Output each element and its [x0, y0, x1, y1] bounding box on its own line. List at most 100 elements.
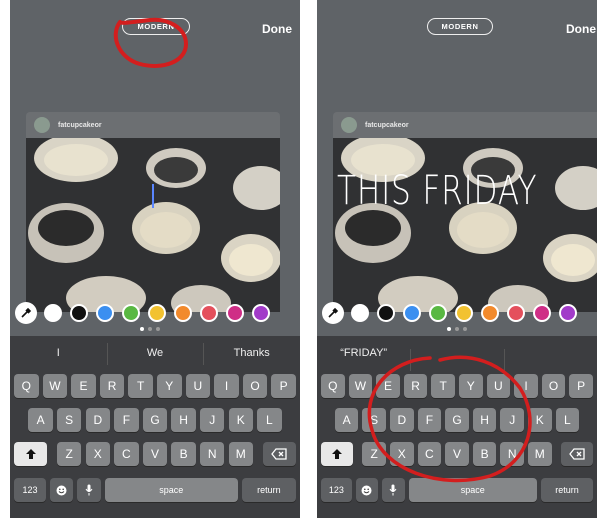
- key-v[interactable]: V: [142, 442, 168, 466]
- space-key[interactable]: space: [408, 478, 538, 502]
- eyedropper-icon[interactable]: [322, 302, 344, 324]
- key-row: ASDFGHJKL: [10, 408, 300, 432]
- color-swatch-6[interactable]: [174, 304, 192, 322]
- key-z[interactable]: Z: [56, 442, 82, 466]
- key-j[interactable]: J: [500, 408, 524, 432]
- key-r[interactable]: R: [403, 374, 428, 398]
- suggestion-bar: I We Thanks: [10, 336, 300, 370]
- key-b[interactable]: B: [171, 442, 196, 466]
- key-k[interactable]: K: [528, 408, 552, 432]
- overlay-text[interactable]: THIS FRIDAY: [337, 168, 537, 214]
- color-swatch-5[interactable]: [455, 304, 473, 322]
- key-d[interactable]: D: [390, 408, 414, 432]
- key-k[interactable]: K: [228, 408, 254, 432]
- return-key[interactable]: return: [241, 478, 296, 502]
- key-p[interactable]: P: [569, 374, 593, 398]
- color-swatch-8[interactable]: [226, 304, 244, 322]
- key-a[interactable]: A: [334, 408, 359, 432]
- return-key[interactable]: return: [541, 478, 593, 502]
- color-swatch-8[interactable]: [533, 304, 551, 322]
- key-m[interactable]: M: [528, 442, 552, 466]
- key-q[interactable]: Q: [14, 374, 39, 398]
- key-e[interactable]: E: [376, 374, 400, 398]
- color-swatch-7[interactable]: [507, 304, 525, 322]
- key-x[interactable]: X: [85, 442, 111, 466]
- key-q[interactable]: Q: [321, 374, 345, 398]
- mic-key[interactable]: [77, 478, 101, 502]
- key-u[interactable]: U: [185, 374, 211, 398]
- key-e[interactable]: E: [71, 374, 96, 398]
- emoji-key[interactable]: [49, 478, 74, 502]
- key-x[interactable]: X: [390, 442, 414, 466]
- key-v[interactable]: V: [445, 442, 469, 466]
- key-d[interactable]: D: [85, 408, 111, 432]
- key-g[interactable]: G: [445, 408, 469, 432]
- text-style-toggle[interactable]: MODERN: [427, 18, 493, 35]
- key-t[interactable]: T: [128, 374, 153, 398]
- post-header: fatcupcakeor: [333, 112, 597, 138]
- backspace-key[interactable]: [262, 442, 296, 466]
- done-button[interactable]: Done: [566, 22, 596, 36]
- key-z[interactable]: Z: [362, 442, 386, 466]
- color-swatch-9[interactable]: [559, 304, 577, 322]
- key-b[interactable]: B: [472, 442, 497, 466]
- key-r[interactable]: R: [99, 374, 125, 398]
- done-button[interactable]: Done: [262, 22, 292, 36]
- key-n[interactable]: N: [199, 442, 225, 466]
- key-l[interactable]: L: [257, 408, 282, 432]
- key-u[interactable]: U: [486, 374, 511, 398]
- pager-dot: [447, 327, 451, 331]
- key-h[interactable]: H: [472, 408, 497, 432]
- key-c[interactable]: C: [114, 442, 139, 466]
- suggestion-1[interactable]: I: [10, 347, 107, 359]
- numbers-key[interactable]: 123: [14, 478, 46, 502]
- key-p[interactable]: P: [271, 374, 296, 398]
- emoji-key[interactable]: [355, 478, 379, 502]
- numbers-key[interactable]: 123: [321, 478, 352, 502]
- key-c[interactable]: C: [417, 442, 442, 466]
- key-g[interactable]: G: [142, 408, 168, 432]
- color-swatch-7[interactable]: [200, 304, 218, 322]
- key-w[interactable]: W: [348, 374, 373, 398]
- key-o[interactable]: O: [242, 374, 268, 398]
- color-swatch-1[interactable]: [351, 304, 369, 322]
- key-j[interactable]: J: [199, 408, 225, 432]
- suggestion-2[interactable]: We: [106, 343, 204, 365]
- pager-dot: [455, 327, 459, 331]
- key-t[interactable]: T: [431, 374, 455, 398]
- suggestion-1[interactable]: “FRIDAY”: [317, 347, 410, 359]
- key-a[interactable]: A: [28, 408, 53, 432]
- key-i[interactable]: I: [514, 374, 538, 398]
- key-s[interactable]: S: [56, 408, 82, 432]
- color-swatch-3[interactable]: [96, 304, 114, 322]
- color-swatch-6[interactable]: [481, 304, 499, 322]
- backspace-key[interactable]: [561, 442, 593, 466]
- color-swatch-4[interactable]: [429, 304, 447, 322]
- color-swatch-2[interactable]: [70, 304, 88, 322]
- key-w[interactable]: W: [42, 374, 68, 398]
- key-s[interactable]: S: [362, 408, 386, 432]
- color-swatch-5[interactable]: [148, 304, 166, 322]
- key-y[interactable]: Y: [459, 374, 483, 398]
- color-swatch-2[interactable]: [377, 304, 395, 322]
- key-h[interactable]: H: [171, 408, 196, 432]
- key-y[interactable]: Y: [157, 374, 182, 398]
- key-i[interactable]: I: [214, 374, 239, 398]
- color-swatch-9[interactable]: [252, 304, 270, 322]
- shift-key[interactable]: [14, 442, 48, 466]
- color-swatch-1[interactable]: [44, 304, 62, 322]
- key-f[interactable]: F: [417, 408, 442, 432]
- key-o[interactable]: O: [541, 374, 566, 398]
- text-style-toggle[interactable]: MODERN: [122, 18, 190, 35]
- color-swatch-4[interactable]: [122, 304, 140, 322]
- eyedropper-icon[interactable]: [15, 302, 37, 324]
- color-swatch-3[interactable]: [403, 304, 421, 322]
- key-n[interactable]: N: [500, 442, 524, 466]
- mic-key[interactable]: [382, 478, 405, 502]
- key-f[interactable]: F: [114, 408, 139, 432]
- shift-key[interactable]: [321, 442, 353, 466]
- suggestion-3[interactable]: Thanks: [203, 343, 300, 365]
- space-key[interactable]: space: [104, 478, 238, 502]
- key-l[interactable]: L: [555, 408, 580, 432]
- key-m[interactable]: M: [228, 442, 254, 466]
